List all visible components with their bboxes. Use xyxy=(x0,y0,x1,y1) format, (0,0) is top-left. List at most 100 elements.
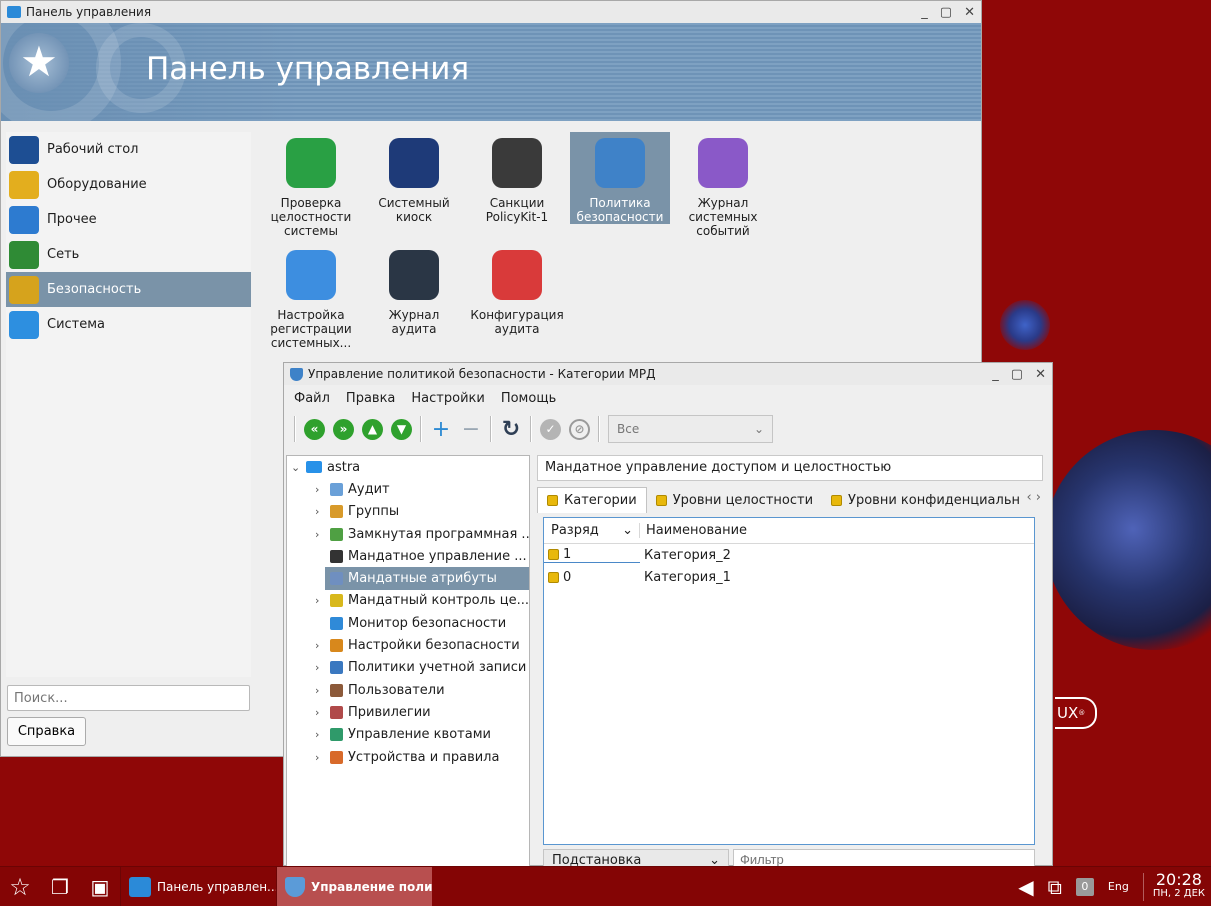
sidebar-item-3[interactable]: Сеть xyxy=(6,237,251,272)
app-log-settings[interactable]: Настройка регистрации системных... xyxy=(261,244,361,350)
computer-icon xyxy=(306,461,322,474)
cancel-icon[interactable]: ⊘ xyxy=(569,418,590,440)
maximize-icon[interactable]: ▢ xyxy=(940,5,952,20)
tree-item[interactable]: › Мандатный контроль це... xyxy=(287,590,529,612)
chevron-right-icon[interactable]: › xyxy=(315,684,325,697)
banner-title: Панель управления xyxy=(146,51,470,87)
task-control-panel[interactable]: Панель управлен... xyxy=(120,866,276,906)
down-icon[interactable]: ▼ xyxy=(391,418,412,440)
chevron-down-icon[interactable]: ⌄ xyxy=(291,461,301,474)
sidebar-item-0[interactable]: Рабочий стол xyxy=(6,132,251,167)
security-monitor-icon xyxy=(330,616,343,630)
show-desktop-icon[interactable]: ▣ xyxy=(80,867,120,906)
app-audit-config[interactable]: Конфигурация аудита xyxy=(467,244,567,336)
search-input[interactable] xyxy=(7,685,250,711)
tree-item[interactable]: › Настройки безопасности xyxy=(287,634,529,656)
menu-help[interactable]: Помощь xyxy=(501,391,556,406)
up-icon[interactable]: ▲ xyxy=(362,418,383,440)
chevron-right-icon[interactable]: › xyxy=(315,639,325,652)
sidebar-item-5[interactable]: Система xyxy=(6,307,251,342)
refresh-icon[interactable]: ↻ xyxy=(500,417,522,442)
task-security-policy[interactable]: Управление поли... xyxy=(276,866,432,906)
network-icon[interactable]: ⧉ xyxy=(1048,875,1062,899)
tab-integrity-levels[interactable]: Уровни целостности xyxy=(647,487,822,513)
start-menu-icon[interactable]: ☆ xyxy=(0,867,40,906)
sidebar-item-1[interactable]: Оборудование xyxy=(6,167,251,202)
tree-item-label: Замкнутая программная ... xyxy=(348,526,529,542)
chevron-right-icon[interactable]: › xyxy=(315,728,325,741)
app-label: Политика безопасности xyxy=(576,196,664,224)
tab-scroll-icon[interactable]: ‹ › xyxy=(1026,490,1041,505)
chevron-right-icon[interactable]: › xyxy=(315,706,325,719)
chevron-right-icon[interactable]: › xyxy=(315,505,325,518)
mandatory-integrity-icon xyxy=(330,594,343,608)
tree-item[interactable]: Мандатное управление ... xyxy=(287,545,529,567)
minimize-icon[interactable]: _ xyxy=(921,5,928,20)
chevron-right-icon[interactable]: › xyxy=(315,594,325,607)
app-event-log[interactable]: Журнал системных событий xyxy=(673,132,773,238)
app-label: Журнал аудита xyxy=(388,308,440,336)
apply-icon[interactable]: ✓ xyxy=(540,418,561,440)
chevron-right-icon[interactable]: › xyxy=(315,751,325,764)
tree-item[interactable]: › Аудит xyxy=(287,478,529,500)
windows-switcher-icon[interactable]: ❐ xyxy=(40,867,80,906)
last-icon[interactable]: » xyxy=(333,418,354,440)
control-panel-titlebar[interactable]: Панель управления _ ▢ ✕ xyxy=(1,1,981,23)
sidebar-item-4[interactable]: Безопасность xyxy=(6,272,251,307)
column-bit[interactable]: Разряд ⌄ xyxy=(544,523,640,538)
table-row[interactable]: 1 Категория_2 xyxy=(544,544,1034,566)
remove-icon[interactable]: − xyxy=(460,417,482,442)
tree-item-label: Привилегии xyxy=(348,704,431,720)
security-policy-icon xyxy=(589,132,651,194)
tree-item[interactable]: Монитор безопасности xyxy=(287,612,529,634)
quota-icon xyxy=(330,728,343,742)
tab-categories[interactable]: Категории xyxy=(537,487,647,513)
menu-file[interactable]: Файл xyxy=(294,391,330,406)
security-window-titlebar[interactable]: Управление политикой безопасности - Кате… xyxy=(284,363,1052,385)
minimize-icon[interactable]: _ xyxy=(992,367,999,382)
filter-combo[interactable]: Все ⌄ xyxy=(608,415,773,443)
indicator-badge[interactable]: 0 xyxy=(1075,877,1094,896)
first-icon[interactable]: « xyxy=(304,418,325,440)
tree-item[interactable]: › Привилегии xyxy=(287,701,529,723)
category-icon xyxy=(655,494,667,506)
volume-icon[interactable]: ◀ xyxy=(1018,875,1033,899)
tree-root[interactable]: ⌄ astra xyxy=(287,456,529,478)
tree-item[interactable]: › Политики учетной записи xyxy=(287,657,529,679)
menu-settings[interactable]: Настройки xyxy=(411,391,484,406)
tree-item[interactable]: › Пользователи xyxy=(287,679,529,701)
language-indicator[interactable]: Eng xyxy=(1108,880,1129,893)
help-button[interactable]: Справка xyxy=(7,717,86,746)
app-integrity-check[interactable]: Проверка целостности системы xyxy=(261,132,361,238)
clock[interactable]: 20:28 ПН, 2 ДЕК xyxy=(1142,871,1205,901)
maximize-icon[interactable]: ▢ xyxy=(1011,367,1023,382)
close-icon[interactable]: ✕ xyxy=(964,5,975,20)
app-policykit[interactable]: Санкции PolicyKit-1 xyxy=(467,132,567,224)
category-icon xyxy=(548,549,559,560)
menu-edit[interactable]: Правка xyxy=(346,391,395,406)
chevron-right-icon[interactable]: › xyxy=(315,661,325,674)
audit-log-icon xyxy=(383,244,445,306)
app-security-policy[interactable]: Политика безопасности xyxy=(570,132,670,224)
tree-item[interactable]: › Группы xyxy=(287,501,529,523)
kiosk-icon xyxy=(383,132,445,194)
policy-tree: ⌄ astra › Аудит › Группы › Замкнутая программ… xyxy=(286,455,530,867)
table-row[interactable]: 0 Категория_1 xyxy=(544,566,1034,588)
close-icon[interactable]: ✕ xyxy=(1035,367,1046,382)
category-icon xyxy=(831,494,843,506)
app-audit-log[interactable]: Журнал аудита xyxy=(364,244,464,336)
tree-item[interactable]: › Устройства и правила xyxy=(287,746,529,768)
tree-item[interactable]: › Управление квотами xyxy=(287,724,529,746)
chevron-right-icon[interactable]: › xyxy=(315,483,325,496)
sort-chevron-icon: ⌄ xyxy=(622,523,633,538)
chevron-right-icon[interactable]: › xyxy=(315,528,325,541)
tab-confidentiality-levels[interactable]: Уровни конфиденциальн xyxy=(822,487,1029,513)
tree-item[interactable]: Мандатные атрибуты xyxy=(287,567,529,590)
app-kiosk[interactable]: Системный киоск xyxy=(364,132,464,224)
tree-item[interactable]: › Замкнутая программная ... xyxy=(287,523,529,545)
menu-bar: Файл Правка Настройки Помощь xyxy=(284,385,1052,412)
sidebar-item-label: Прочее xyxy=(47,212,97,227)
column-name[interactable]: Наименование xyxy=(640,523,747,538)
add-icon[interactable]: + xyxy=(430,417,452,442)
sidebar-item-2[interactable]: Прочее xyxy=(6,202,251,237)
